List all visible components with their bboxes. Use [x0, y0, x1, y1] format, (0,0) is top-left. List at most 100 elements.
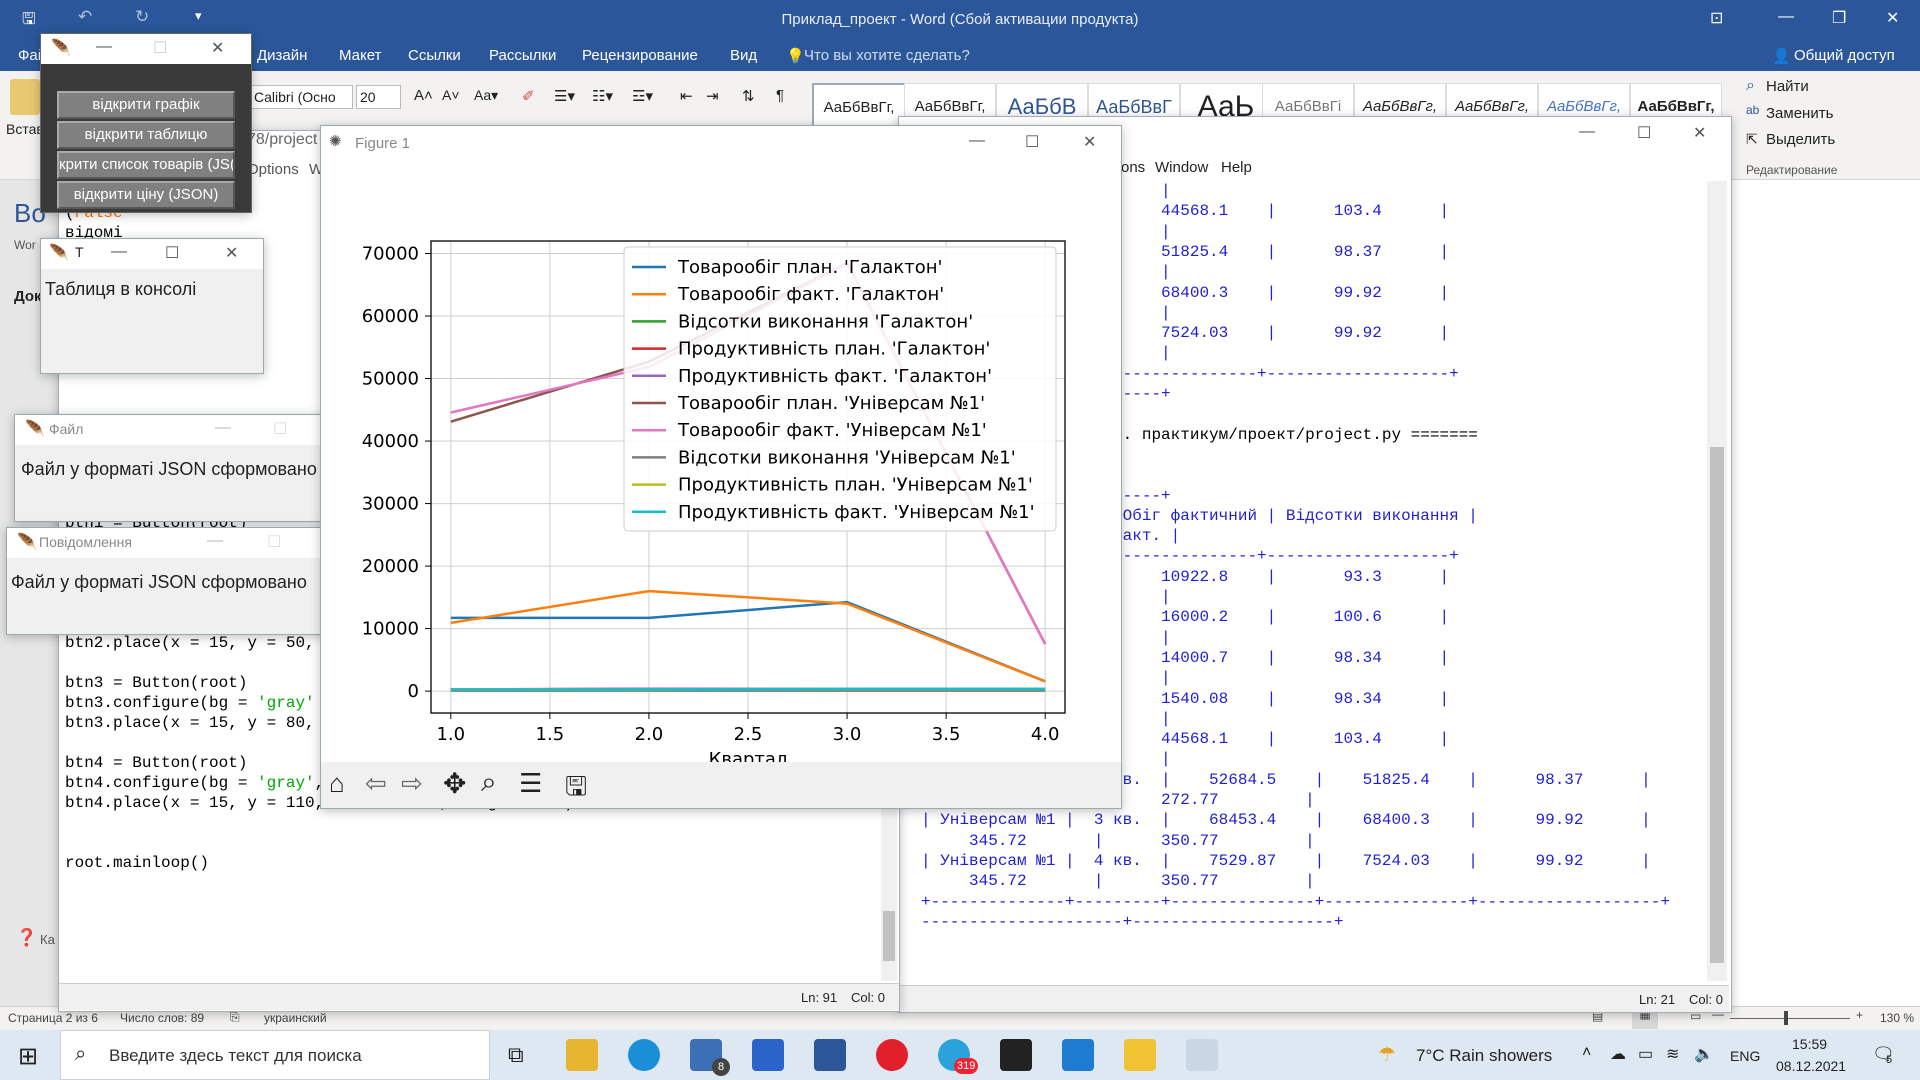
replace-button[interactable]: Заменить — [1766, 105, 1833, 122]
open-goods-json-button[interactable]: крити список товарів (JS( — [57, 151, 235, 179]
y-tick-label: 70000 — [362, 244, 419, 265]
clock-date[interactable]: 08.12.2021 — [1776, 1058, 1846, 1074]
onedrive-icon[interactable]: ☁ — [1610, 1044, 1626, 1064]
language-indicator[interactable]: ENG — [1730, 1048, 1760, 1064]
menu-options[interactable]: ons — [1121, 159, 1145, 176]
paste-label[interactable]: Встав — [6, 121, 44, 137]
help-icon[interactable]: ❓ — [16, 928, 37, 948]
opera-icon[interactable] — [876, 1039, 908, 1071]
shell-status-col: Col: 0 — [1689, 992, 1723, 1007]
code-line: btn4 = Button(root) — [65, 754, 248, 772]
figure-close-button[interactable]: ✕ — [1083, 132, 1096, 152]
python-icon[interactable] — [1124, 1039, 1156, 1071]
tab-mailings[interactable]: Рассылки — [489, 47, 556, 64]
shell-maximize-button[interactable]: ☐ — [1637, 123, 1651, 143]
tab-references[interactable]: Ссылки — [408, 47, 461, 64]
tray-chevron-icon[interactable]: ˄ — [1582, 1044, 1591, 1062]
y-tick-label: 50000 — [362, 369, 419, 390]
subplots-icon[interactable]: ☰ — [519, 768, 542, 799]
word-minimize-button[interactable]: — — [1778, 8, 1794, 26]
figure-minimize-button[interactable]: — — [969, 132, 985, 150]
edge-icon[interactable] — [628, 1039, 660, 1071]
file-dialog-maximize-button[interactable]: ☐ — [273, 419, 287, 439]
font-name-select[interactable]: Calibri (Осно — [250, 85, 353, 109]
wifi-icon[interactable]: ≋ — [1666, 1044, 1679, 1064]
shrink-font-icon[interactable]: A˅ — [442, 87, 460, 103]
menu-window[interactable]: Window — [1155, 159, 1208, 176]
file-explorer-icon[interactable] — [566, 1039, 598, 1071]
menu-help[interactable]: Help — [1221, 159, 1252, 176]
home-icon[interactable]: ⌂ — [329, 768, 345, 799]
open-table-button[interactable]: відкрити таблицю — [57, 121, 235, 149]
bullets-icon[interactable]: ☰▾ — [554, 87, 575, 105]
shell-scrollbar[interactable] — [1707, 181, 1727, 981]
clock-time[interactable]: 15:59 — [1792, 1036, 1827, 1052]
grow-font-icon[interactable]: A˄ — [414, 87, 433, 104]
tell-me-input[interactable]: Что вы хотите сделать? — [804, 47, 970, 64]
open-chart-button[interactable]: відкрити графік — [57, 91, 235, 119]
zoom-in-button[interactable]: + — [1856, 1008, 1863, 1022]
editor-scrollbar-thumb[interactable] — [883, 911, 895, 961]
status-words[interactable]: Число слов: 89 — [120, 1011, 204, 1025]
file-dialog-minimize-button[interactable]: — — [215, 419, 231, 437]
status-page[interactable]: Страница 2 из 6 — [8, 1011, 98, 1025]
message-dialog-minimize-button[interactable]: — — [207, 532, 223, 550]
idle-feather-icon[interactable] — [1186, 1039, 1218, 1071]
proofing-icon[interactable]: ⎘ — [230, 1010, 240, 1025]
font-size-select[interactable]: 20 — [356, 85, 401, 109]
tk-table-minimize-button[interactable]: — — [111, 243, 127, 261]
share-button[interactable]: Общий доступ — [1794, 47, 1895, 64]
show-marks-icon[interactable]: ¶ — [776, 87, 784, 104]
zoom-slider[interactable] — [1730, 1018, 1850, 1019]
status-language[interactable]: украинский — [264, 1011, 327, 1025]
save-figure-icon[interactable]: 🖫 — [565, 768, 587, 812]
sort-icon[interactable]: ⇅ — [742, 87, 755, 105]
shell-scrollbar-thumb[interactable] — [1710, 447, 1724, 963]
tk-table-close-button[interactable]: ✕ — [225, 243, 238, 263]
find-button[interactable]: Найти — [1766, 78, 1809, 95]
7zip-icon[interactable] — [1000, 1039, 1032, 1071]
battery-icon[interactable]: ▭ — [1638, 1044, 1653, 1064]
numbering-icon[interactable]: ☷▾ — [592, 87, 613, 105]
zoom-icon[interactable]: ⌕ — [481, 766, 497, 799]
tk-main-maximize-button[interactable]: ☐ — [153, 38, 167, 58]
volume-icon[interactable]: 🔈 — [1694, 1044, 1714, 1064]
vscode-icon[interactable] — [1062, 1039, 1094, 1071]
decrease-indent-icon[interactable]: ⇤ — [680, 87, 693, 105]
zoom-level[interactable]: 130 % — [1880, 1011, 1914, 1025]
tk-main-close-button[interactable]: ✕ — [211, 38, 224, 58]
task-view-icon[interactable]: ⧉ — [508, 1042, 524, 1068]
shell-minimize-button[interactable]: — — [1579, 123, 1595, 141]
x-tick-label: 4.0 — [1031, 724, 1060, 745]
store-icon[interactable] — [752, 1039, 784, 1071]
tab-view[interactable]: Вид — [730, 47, 757, 64]
word-restore-button[interactable]: ❐ — [1832, 8, 1846, 28]
open-price-json-button[interactable]: відкрити ціну (JSON) — [57, 181, 235, 209]
taskbar-search-box[interactable]: ⌕ Введите здесь текст для поиска — [60, 1030, 490, 1080]
tab-design[interactable]: Дизайн — [257, 47, 307, 64]
figure-maximize-button[interactable]: ☐ — [1025, 132, 1039, 152]
select-button[interactable]: Выделить — [1766, 131, 1835, 148]
message-dialog-maximize-button[interactable]: ☐ — [267, 532, 281, 552]
word-close-button[interactable]: ✕ — [1886, 8, 1899, 28]
change-case-icon[interactable]: Aa▾ — [474, 87, 498, 104]
pan-icon[interactable]: ✥ — [443, 767, 466, 800]
paste-icon[interactable] — [10, 79, 40, 115]
tab-layout[interactable]: Макет — [339, 47, 381, 64]
multilevel-list-icon[interactable]: ☲▾ — [632, 87, 653, 105]
back-icon[interactable]: ⇦ — [365, 768, 387, 799]
zoom-slider-thumb[interactable] — [1784, 1011, 1788, 1025]
tk-table-maximize-button[interactable]: ☐ — [165, 243, 179, 263]
clear-format-icon[interactable]: ✐ — [522, 87, 535, 105]
x-tick-label: 2.5 — [734, 724, 763, 745]
increase-indent-icon[interactable]: ⇥ — [706, 87, 719, 105]
message-dialog-title: Повідомлення — [39, 534, 132, 550]
ribbon-display-icon[interactable]: ⊡ — [1710, 8, 1723, 28]
forward-icon[interactable]: ⇨ — [401, 768, 423, 799]
windows-start-icon[interactable]: ⊞ — [18, 1042, 38, 1071]
tk-main-minimize-button[interactable]: — — [96, 38, 112, 56]
weather-text[interactable]: 7°C Rain showers — [1416, 1046, 1552, 1066]
word-icon[interactable] — [814, 1039, 846, 1071]
shell-close-button[interactable]: ✕ — [1693, 123, 1706, 143]
tab-review[interactable]: Рецензирование — [582, 47, 698, 64]
